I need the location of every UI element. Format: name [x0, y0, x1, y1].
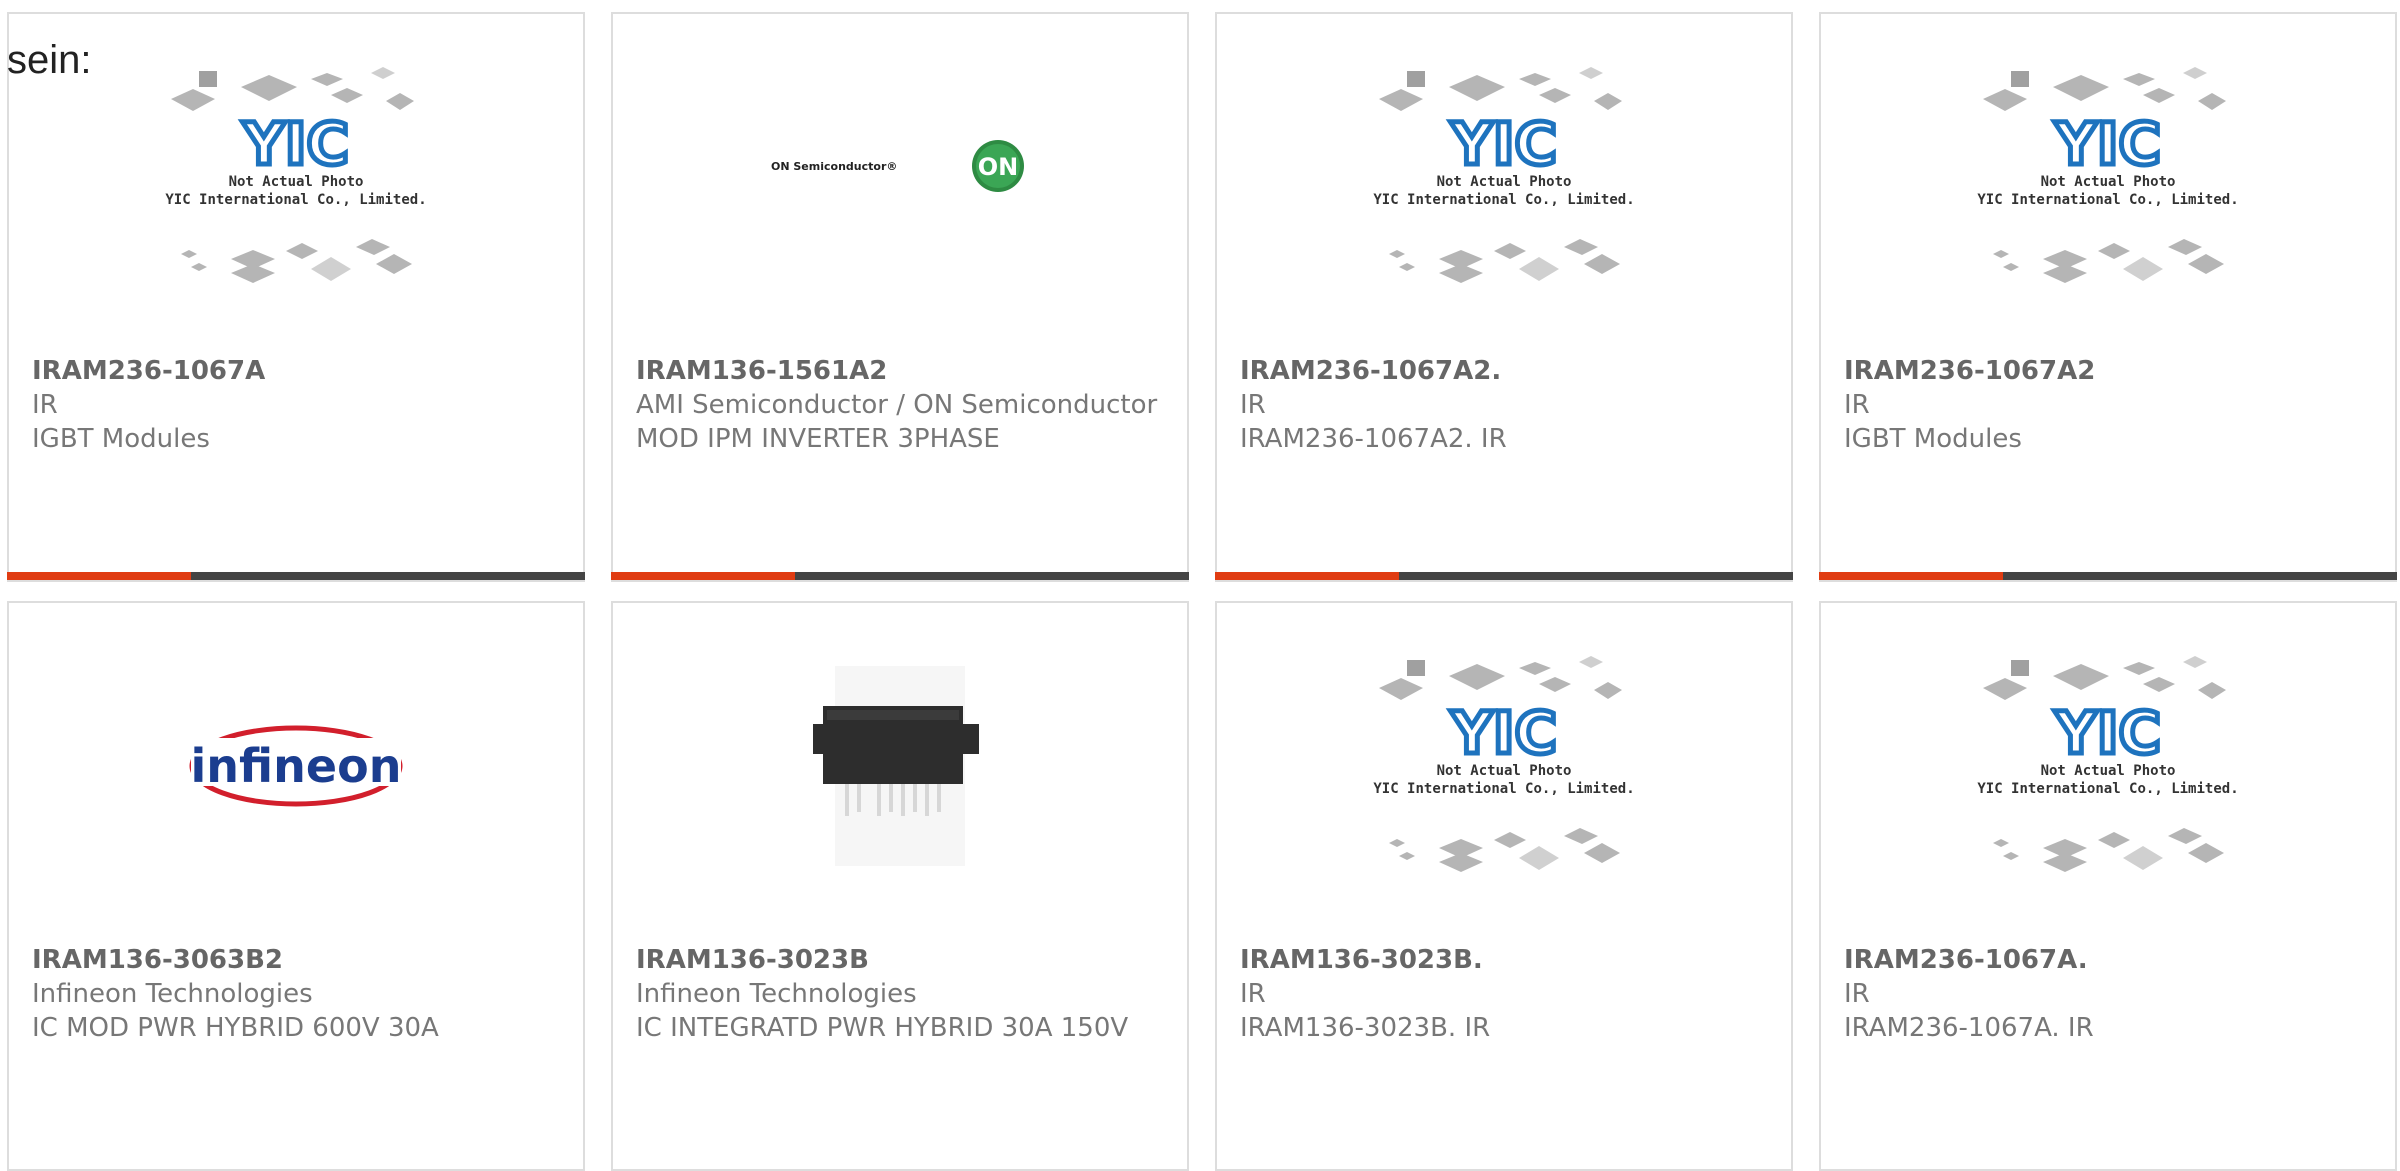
description: IC MOD PWR HYBRID 600V 30A — [32, 1013, 439, 1043]
manufacturer: Infineon Technologies — [636, 979, 917, 1009]
description: MOD IPM INVERTER 3PHASE — [636, 424, 1000, 454]
product-card[interactable]: YIC Not Actual Photo YIC International C… — [1819, 601, 2397, 1171]
product-card[interactable]: YIC Not Actual Photo YIC International C… — [1819, 12, 2397, 582]
description: IRAM236-1067A. IR — [1844, 1013, 2094, 1043]
product-image[interactable]: ON Semiconductor® ON — [613, 14, 1187, 344]
card-bar-accent — [7, 572, 191, 580]
manufacturer: Infineon Technologies — [32, 979, 313, 1009]
manufacturer: IR — [1844, 390, 1870, 420]
product-card[interactable]: IRAM136-3023B Infineon Technologies IC I… — [611, 601, 1189, 1171]
svg-text:YIC International Co., Limited: YIC International Co., Limited. — [1977, 781, 2238, 797]
part-number[interactable]: IRAM136-3063B2 — [32, 943, 563, 977]
yic-placeholder-image: YIC Not Actual Photo YIC International C… — [1977, 656, 2239, 872]
manufacturer: IR — [1240, 390, 1266, 420]
part-number[interactable]: IRAM236-1067A2 — [1844, 354, 2375, 388]
card-bar-accent — [1819, 572, 2003, 580]
svg-text:Not Actual Photo: Not Actual Photo — [2041, 763, 2176, 779]
svg-text:Not Actual Photo: Not Actual Photo — [1437, 763, 1572, 779]
product-card[interactable]: YIC Not Actual Photo YIC International C… — [7, 12, 585, 582]
svg-text:YIC: YIC — [2054, 110, 2161, 178]
product-card[interactable]: infineon IRAM136-3063B2 Infineon Technol… — [7, 601, 585, 1171]
card-bar-accent — [611, 572, 795, 580]
description: IGBT Modules — [1844, 424, 2022, 454]
part-number[interactable]: IRAM136-3023B. — [1240, 943, 1771, 977]
manufacturer: IR — [1240, 979, 1266, 1009]
svg-text:YIC: YIC — [242, 110, 349, 178]
description: IGBT Modules — [32, 424, 210, 454]
product-image[interactable]: YIC Not Actual Photo YIC International C… — [1217, 603, 1791, 933]
product-image[interactable]: YIC Not Actual Photo YIC International C… — [9, 14, 583, 344]
yic-placeholder-image: YIC Not Actual Photo YIC International C… — [1977, 67, 2239, 283]
card-bar — [611, 572, 1189, 580]
product-image[interactable]: YIC Not Actual Photo YIC International C… — [1821, 603, 2395, 933]
svg-text:YIC International Co., Limited: YIC International Co., Limited. — [1373, 781, 1634, 797]
intro-text: sein: — [7, 38, 92, 82]
part-number[interactable]: IRAM236-1067A2. — [1240, 354, 1771, 388]
on-semiconductor-logo: ON Semiconductor® ON — [771, 140, 1024, 192]
card-bar — [1215, 572, 1793, 580]
product-card[interactable]: YIC Not Actual Photo YIC International C… — [1215, 601, 1793, 1171]
description: IRAM136-3023B. IR — [1240, 1013, 1491, 1043]
product-card[interactable]: YIC Not Actual Photo YIC International C… — [1215, 12, 1793, 582]
manufacturer: IR — [1844, 979, 1870, 1009]
svg-text:ON Semiconductor®: ON Semiconductor® — [771, 160, 897, 173]
svg-text:ON: ON — [978, 153, 1019, 181]
part-number[interactable]: IRAM136-1561A2 — [636, 354, 1167, 388]
module-photo — [813, 666, 979, 866]
svg-text:Not Actual Photo: Not Actual Photo — [1437, 174, 1572, 190]
product-image[interactable]: infineon — [9, 603, 583, 933]
product-image[interactable]: YIC Not Actual Photo YIC International C… — [1217, 14, 1791, 344]
yic-placeholder-image: YIC Not Actual Photo YIC International C… — [1373, 656, 1635, 872]
svg-text:Not Actual Photo: Not Actual Photo — [229, 174, 364, 190]
description: IC INTEGRATD PWR HYBRID 30A 150V — [636, 1013, 1129, 1043]
svg-text:Not Actual Photo: Not Actual Photo — [2041, 174, 2176, 190]
part-number[interactable]: IRAM236-1067A — [32, 354, 563, 388]
manufacturer: AMI Semiconductor / ON Semiconductor — [636, 390, 1158, 420]
yic-placeholder-image: YIC Not Actual Photo YIC International C… — [165, 67, 427, 283]
svg-text:YIC: YIC — [1450, 699, 1557, 767]
svg-text:YIC International Co., Limited: YIC International Co., Limited. — [1977, 192, 2238, 208]
svg-text:infineon: infineon — [191, 739, 402, 793]
card-bar — [1819, 572, 2397, 580]
yic-placeholder-image: YIC Not Actual Photo YIC International C… — [1373, 67, 1635, 283]
svg-text:YIC: YIC — [1450, 110, 1557, 178]
manufacturer: IR — [32, 390, 58, 420]
infineon-logo: infineon — [189, 725, 403, 807]
card-bar-accent — [1215, 572, 1399, 580]
product-image[interactable] — [613, 603, 1187, 933]
svg-text:YIC: YIC — [2054, 699, 2161, 767]
part-number[interactable]: IRAM136-3023B — [636, 943, 1167, 977]
description: IRAM236-1067A2. IR — [1240, 424, 1507, 454]
svg-text:YIC International Co., Limited: YIC International Co., Limited. — [165, 192, 426, 208]
svg-text:YIC International Co., Limited: YIC International Co., Limited. — [1373, 192, 1634, 208]
part-number[interactable]: IRAM236-1067A. — [1844, 943, 2375, 977]
product-image[interactable]: YIC Not Actual Photo YIC International C… — [1821, 14, 2395, 344]
card-bar — [7, 572, 585, 580]
product-card[interactable]: ON Semiconductor® ON IRAM136-1561A2 AMI … — [611, 12, 1189, 582]
